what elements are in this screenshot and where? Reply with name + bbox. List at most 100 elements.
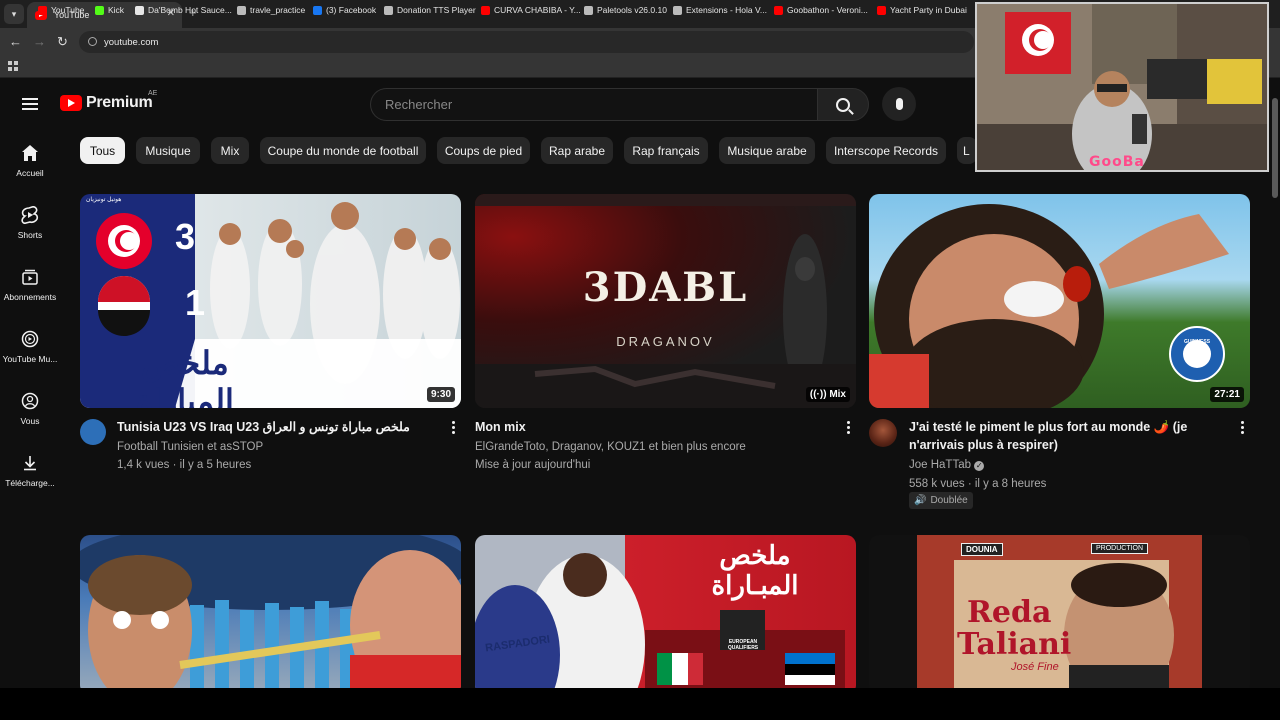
bookmark-label: CURVA CHABIBA - Y... [494,5,581,15]
search-button[interactable] [817,88,869,121]
more-actions-icon[interactable] [847,421,850,434]
sidebar-item-downloads[interactable]: Télécharge... [0,454,60,488]
bookmark-item[interactable]: Da'Bomb Hot Sauce... [135,5,232,15]
bookmark-item[interactable]: (3) Facebook [313,5,376,15]
video-thumbnail[interactable]: DOUNIA PRODUCTION Reda Taliani José Fine [869,535,1250,688]
thumb-subtitle: DRAGANOV [616,334,715,349]
voice-search-button[interactable] [882,87,916,121]
bookmark-favicon-icon [774,5,783,15]
video-thumbnail[interactable]: 3DABL DRAGANOV ((·)) Mix [475,194,856,408]
sidebar-item-subscriptions[interactable]: Abonnements [0,268,60,302]
you-icon [21,392,39,410]
more-actions-icon[interactable] [1241,421,1244,434]
youtube-play-icon [60,95,82,111]
mix-badge: ((·)) Mix [805,387,850,402]
youtube-premium-logo[interactable]: Premium AE [60,90,157,112]
thumb-title-line2: Taliani [957,627,1072,662]
sidebar-item-home[interactable]: Accueil [0,144,60,178]
bookmark-item[interactable]: YouTube [38,5,84,15]
bookmark-favicon-icon [237,5,246,15]
thumb-score-home: 3 [175,216,196,257]
bookmark-item[interactable]: Kick [95,5,124,15]
stream-overlay-text: GooBa [1089,154,1145,170]
video-duration: 27:21 [1210,387,1244,402]
video-thumbnail[interactable]: 3 1 ملخص المباراة هوتيل تونيزيان 9:30 [80,194,461,408]
bookmark-favicon-icon [673,5,682,15]
bookmark-label: Donation TTS Player [397,5,476,15]
bookmark-favicon-icon [584,5,593,15]
bookmark-item[interactable]: Extensions - Hola V... [673,5,767,15]
bookmark-label: Da'Bomb Hot Sauce... [148,5,232,15]
bookmark-label: YouTube [51,5,85,15]
mix-artists: ElGrandeToto, Draganov, KOUZ1 et bien pl… [475,441,746,453]
menu-icon[interactable] [22,98,38,110]
sidebar-label: Vous [20,416,40,426]
tab-search-icon[interactable]: ▾ [4,4,24,24]
logo-word: Premium [86,94,153,111]
more-actions-icon[interactable] [452,421,455,434]
video-title[interactable]: Mon mix [475,418,526,436]
chip-coupe-du-monde[interactable]: Coupe du monde de football [260,137,426,164]
scrollbar-thumb[interactable] [1272,98,1278,198]
bookmark-favicon-icon [877,5,886,15]
chip-rap-arabe[interactable]: Rap arabe [541,137,613,164]
bookmark-item[interactable]: Goobathon - Veroni... [774,5,868,15]
microphone-icon [895,98,903,110]
chip-coups-de-pied[interactable]: Coups de pied [437,137,530,164]
sidebar-label: Abonnements [3,292,57,302]
channel-avatar[interactable] [80,419,106,445]
sidebar-label: Accueil [16,168,44,178]
bookmark-favicon-icon [95,5,104,15]
address-bar[interactable]: youtube.com [79,31,974,53]
video-thumbnail[interactable]: ملخص المبـاراة EUROPEAN QUALIFIERS RASPA… [475,535,856,688]
chip-musique-arabe[interactable]: Musique arabe [719,137,815,164]
url-text: youtube.com [104,36,159,48]
chip-musique[interactable]: Musique [136,137,200,164]
search-input[interactable]: Rechercher [370,88,817,121]
channel-name[interactable]: Football Tunisien et asSTOP [117,439,263,455]
video-thumbnail[interactable]: GUINNESS WORLD RECORDS 27:21 [869,194,1250,408]
chip-mix[interactable]: Mix [211,137,249,164]
webcam-overlay: GooBa [975,2,1269,172]
site-info-icon[interactable] [88,37,97,46]
bookmark-favicon-icon [481,5,490,15]
dubbed-badge: 🔊 Doublée [909,492,973,509]
bookmark-label: Yacht Party in Dubai [890,5,967,15]
chip-tous[interactable]: Tous [80,137,125,164]
subscriptions-icon [21,268,39,286]
sidebar-item-youtube-music[interactable]: YouTube Mu... [0,330,60,364]
bookmark-item[interactable]: Yacht Party in Dubai [877,5,967,15]
forward-icon[interactable]: → [33,34,46,50]
bookmark-item[interactable]: Donation TTS Player [384,5,476,15]
guinness-badge: GUINNESS WORLD RECORDS [1183,339,1211,357]
search-icon [836,97,850,112]
channel-avatar[interactable] [869,419,897,447]
youtube-music-icon [21,330,39,348]
thumbnail-art [869,204,1229,408]
chip-more[interactable]: L [957,137,977,164]
video-thumbnail[interactable] [80,535,461,688]
country-code: AE [148,90,158,97]
channel-name[interactable]: Joe HaTTab ✓ [909,457,985,473]
back-icon[interactable]: ← [9,34,22,50]
apps-grid-icon[interactable] [8,61,18,71]
chip-rap-francais[interactable]: Rap français [624,137,708,164]
webcam-scene [977,4,1267,170]
video-stats: 558 k vues · il y a 8 heures [909,478,1047,490]
bookmark-item[interactable]: travle_practice [237,5,305,15]
video-title[interactable]: J'ai testé le piment le plus fort au mon… [909,418,1209,454]
bookmark-label: Kick [108,5,125,15]
thumbnail-art [917,535,1202,688]
video-stats: Mise à jour aujourd'hui [475,459,591,471]
chip-interscope-records[interactable]: Interscope Records [826,137,946,164]
video-stats: 1,4 k vues · il y a 5 heures [117,459,252,471]
reload-icon[interactable]: ↻ [57,34,68,50]
sidebar-item-you[interactable]: Vous [0,392,60,426]
bookmark-item[interactable]: Paletools v26.0.10 [584,5,667,15]
bookmark-label: Extensions - Hola V... [686,5,767,15]
bookmark-favicon-icon [313,5,322,15]
bookmark-favicon-icon [38,5,47,15]
video-title[interactable]: Tunisia U23 VS Iraq U23 ملخص مباراة تونس… [117,418,437,436]
bookmark-item[interactable]: CURVA CHABIBA - Y... [481,5,581,15]
sidebar-item-shorts[interactable]: Shorts [0,206,60,240]
